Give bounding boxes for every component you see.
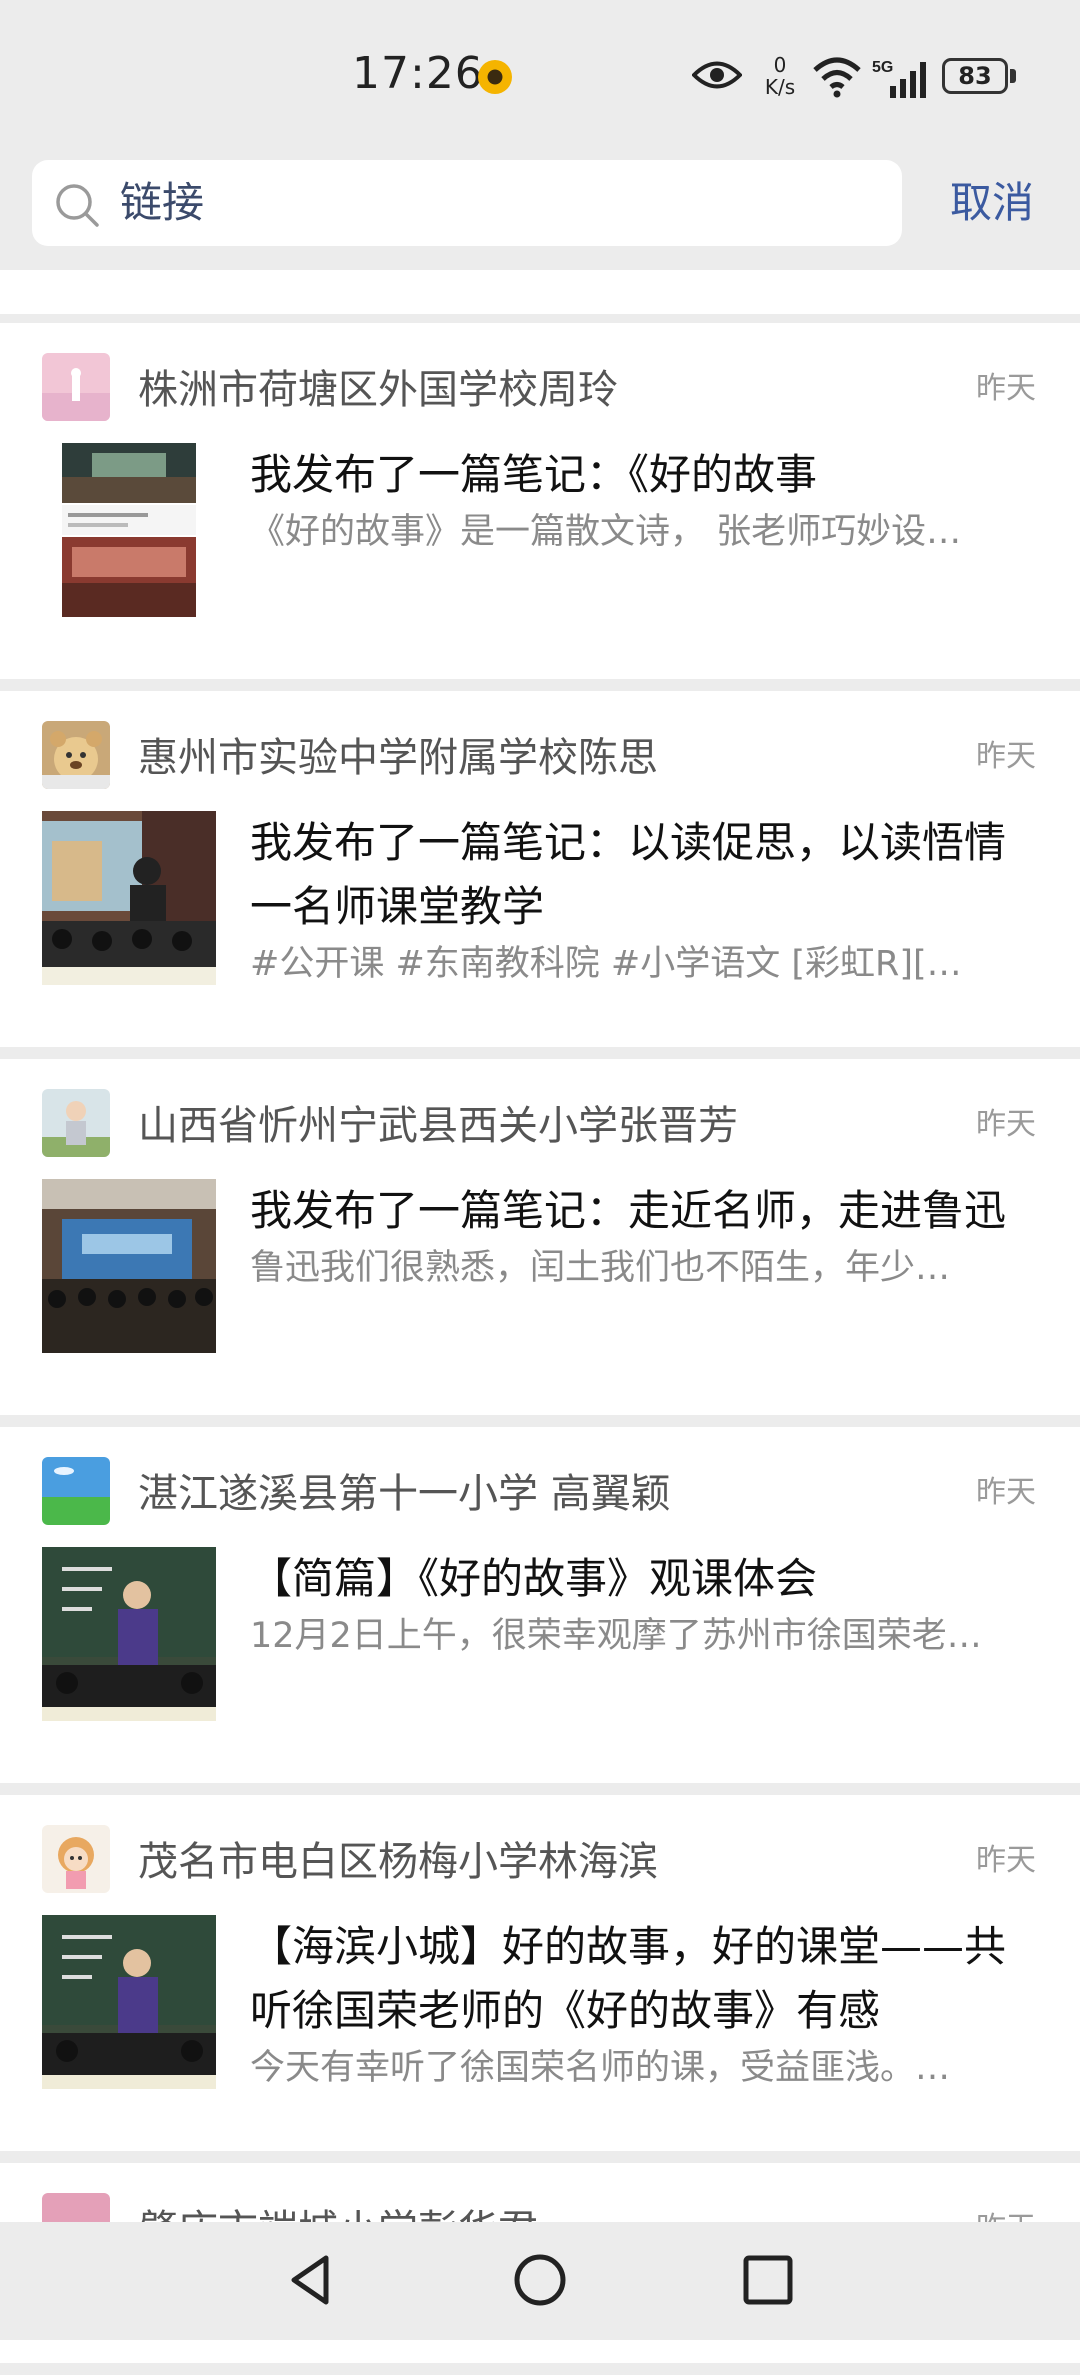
- net-speed-value: 0: [773, 53, 787, 77]
- search-input[interactable]: 链接: [120, 160, 204, 246]
- author-name[interactable]: 湛江遂溪县第十一小学 高翼颖: [138, 1461, 671, 1519]
- post-title: 【简篇】《好的故事》观课体会: [250, 1554, 818, 1603]
- author-name[interactable]: 茂名市电白区杨梅小学林海滨: [138, 1829, 658, 1887]
- author-name[interactable]: 山西省忻州宁武县西关小学张晋芳: [138, 1093, 738, 1151]
- battery-level: 83: [942, 58, 1008, 94]
- back-triangle-icon[interactable]: [282, 2250, 342, 2310]
- post-snippet: 鲁迅我们很熟悉，闰土我们也不陌生，年少…: [250, 1248, 951, 1288]
- cancel-button[interactable]: 取消: [932, 160, 1052, 246]
- auditorium-thumb: [42, 1179, 216, 1353]
- search-icon: [56, 184, 99, 227]
- post-title: 我发布了一篇笔记：《好的故事: [250, 450, 818, 499]
- post-content[interactable]: 我发布了一篇笔记：《好的故事 《好的故事》是一篇散文诗， 张老师巧妙设…: [0, 443, 1080, 617]
- post-card[interactable]: 株洲市荷塘区外国学校周玲 昨天 我发布了一篇笔记：《好的故事 《好的故事》是一篇…: [0, 323, 1080, 679]
- search-box[interactable]: 链接: [32, 160, 902, 246]
- status-bar: 17:26 0 K/s 5G 83: [0, 0, 1080, 150]
- pink-sky-avatar[interactable]: [42, 353, 110, 421]
- system-nav-bar: [0, 2222, 1080, 2340]
- post-title: 我发布了一篇笔记：以读促思，以读悟情一名师课堂教学: [250, 818, 1007, 931]
- post-card[interactable]: 惠州市实验中学附属学校陈思 昨天 我发布了一篇笔记：以读促思，以读悟情一名师课堂…: [0, 691, 1080, 1047]
- post-card[interactable]: 茂名市电白区杨梅小学林海滨 昨天 【海滨小城】好的故事，好的课堂——共听徐国荣老…: [0, 1795, 1080, 2151]
- author-row: 惠州市实验中学附属学校陈思 昨天: [0, 691, 1080, 811]
- bear-avatar[interactable]: [42, 721, 110, 789]
- post-time: 昨天: [976, 739, 1036, 774]
- lecture-stage-thumb: [42, 811, 216, 985]
- search-results-list: 株洲市荷塘区外国学校周玲 昨天 我发布了一篇笔记：《好的故事 《好的故事》是一篇…: [0, 323, 1080, 2375]
- author-row: 株洲市荷塘区外国学校周玲 昨天: [0, 323, 1080, 443]
- net-speed: 0 K/s: [758, 54, 802, 98]
- author-row: 茂名市电白区杨梅小学林海滨 昨天: [0, 1795, 1080, 1915]
- post-title: 我发布了一篇笔记：走近名师，走进鲁迅: [250, 1186, 1007, 1235]
- post-snippet: 《好的故事》是一篇散文诗， 张老师巧妙设…: [250, 512, 962, 552]
- author-name[interactable]: 株洲市荷塘区外国学校周玲: [138, 357, 618, 415]
- teacher-blackboard-thumb: [42, 1915, 216, 2089]
- svg-text:5G: 5G: [872, 59, 893, 76]
- post-time: 昨天: [976, 1475, 1036, 1510]
- post-card[interactable]: 山西省忻州宁武县西关小学张晋芳 昨天 我发布了一篇笔记：走近名师，走进鲁迅 鲁迅…: [0, 1059, 1080, 1415]
- author-row: 湛江遂溪县第十一小学 高翼颖 昨天: [0, 1427, 1080, 1547]
- status-time: 17:26: [352, 48, 484, 99]
- battery-tip: [1010, 69, 1016, 83]
- previous-card-partial[interactable]: [0, 270, 1080, 314]
- post-time: 昨天: [976, 1843, 1036, 1878]
- home-circle-icon[interactable]: [510, 2250, 570, 2310]
- recent-apps-square-icon[interactable]: [740, 2252, 796, 2308]
- post-content[interactable]: 【海滨小城】好的故事，好的课堂——共听徐国荣老师的《好的故事》有感 今天有幸听了…: [0, 1915, 1080, 2093]
- post-snippet: 今天有幸听了徐国荣名师的课，受益匪浅。…: [250, 2048, 951, 2088]
- post-snippet: #公开课 #东南教科院 #小学语文 [彩虹R][…: [250, 944, 962, 984]
- wifi-icon: [813, 57, 861, 98]
- post-snippet: 12月2日上午，很荣幸观摩了苏州市徐国荣老…: [250, 1616, 982, 1656]
- classroom-collage-thumb: [62, 443, 196, 617]
- post-content[interactable]: 我发布了一篇笔记：走近名师，走进鲁迅 鲁迅我们很熟悉，闰土我们也不陌生，年少…: [0, 1179, 1080, 1353]
- eye-icon: [692, 61, 742, 89]
- post-time: 昨天: [976, 1107, 1036, 1142]
- teacher-blackboard-thumb: [42, 1547, 216, 1721]
- battery-indicator: 83: [942, 58, 1018, 96]
- sunflower-notification-icon: [478, 60, 512, 94]
- post-title: 【海滨小城】好的故事，好的课堂——共听徐国荣老师的《好的故事》有感: [250, 1922, 1007, 2035]
- post-content[interactable]: 【简篇】《好的故事》观课体会 12月2日上午，很荣幸观摩了苏州市徐国荣老…: [0, 1547, 1080, 1721]
- post-card[interactable]: 湛江遂溪县第十一小学 高翼颖 昨天 【简篇】《好的故事》观课体会 12月2日上午…: [0, 1427, 1080, 1783]
- post-time: 昨天: [976, 371, 1036, 406]
- author-row: 山西省忻州宁武县西关小学张晋芳 昨天: [0, 1059, 1080, 1179]
- signal-5g-icon: 5G: [872, 59, 926, 98]
- net-speed-unit: K/s: [764, 75, 796, 99]
- grassland-avatar[interactable]: [42, 1457, 110, 1525]
- post-content[interactable]: 我发布了一篇笔记：以读促思，以读悟情一名师课堂教学 #公开课 #东南教科院 #小…: [0, 811, 1080, 989]
- author-name[interactable]: 惠州市实验中学附属学校陈思: [138, 725, 658, 783]
- cartoon-girl-avatar[interactable]: [42, 1825, 110, 1893]
- child-avatar[interactable]: [42, 1089, 110, 1157]
